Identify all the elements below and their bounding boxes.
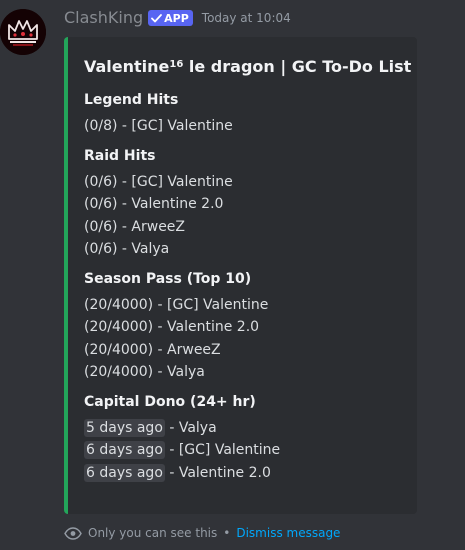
field-name: Season Pass (Top 10) (84, 270, 252, 287)
avatar[interactable] (0, 9, 46, 55)
relative-timestamp[interactable]: 6 days ago (84, 441, 165, 459)
dismiss-message-link[interactable]: Dismiss message (236, 526, 340, 540)
field-line: (20/4000) - Valentine 2.0 (84, 316, 407, 339)
crown-logo-icon (0, 9, 46, 55)
field-line-text: (20/4000) - Valya (84, 364, 205, 380)
field-line-text: (0/6) - ArweeZ (84, 218, 186, 235)
field-line-text: - Valya (164, 419, 217, 436)
field-line-text: (20/4000) - [GC] Valentine (84, 296, 269, 313)
relative-timestamp[interactable]: 5 days ago (84, 418, 165, 437)
author-name[interactable]: ClashKing (64, 8, 143, 27)
eye-icon (64, 526, 82, 540)
embed-title-superscript: 16 (169, 59, 184, 70)
field-line: 5 days ago - Valya (84, 417, 407, 440)
field-line-text: - Valentine 2.0 (164, 464, 271, 481)
field-line: (20/4000) - [GC] Valentine (84, 294, 407, 317)
checkmark-icon (151, 13, 163, 22)
field-line-text: (0/6) - Valya (84, 241, 170, 257)
embed-field: Season Pass (Top 10) (20/4000) - [GC] Val… (84, 270, 407, 384)
timestamp: Today at 10:04 (201, 10, 291, 25)
field-line-text: (0/6) - Valentine 2.0 (84, 196, 224, 212)
field-line: (0/6) - Valentine 2.0 (84, 193, 407, 216)
field-line: 6 days ago - [GC] Valentine (84, 439, 407, 462)
field-line-text: (0/6) - [GC] Valentine (84, 173, 233, 190)
field-name: Legend Hits (84, 92, 179, 108)
field-line: 6 days ago - Valentine 2.0 (84, 462, 407, 485)
field-line-text: (20/4000) - ArweeZ (84, 341, 221, 358)
ephemeral-footer: Only you can see this • Dismiss message (64, 526, 340, 540)
embed-field: Legend Hits (0/8) - [GC] Valentine (84, 91, 407, 138)
field-line-text: - [GC] Valentine (164, 442, 281, 458)
field-line: (0/6) - ArweeZ (84, 216, 407, 239)
field-name: Capital Dono (24+ hr) (84, 393, 256, 410)
embed-title-prefix: Valentine (84, 57, 170, 76)
embed-title-suffix: le dragon | GC To-Do List (183, 57, 412, 76)
field-line: (20/4000) - ArweeZ (84, 339, 407, 362)
app-badge-label: APP (164, 11, 189, 25)
ephemeral-notice: Only you can see this (88, 526, 218, 540)
field-line: (0/6) - [GC] Valentine (84, 171, 407, 194)
field-line: (20/4000) - Valya (84, 361, 407, 384)
relative-timestamp[interactable]: 6 days ago (84, 463, 165, 482)
embed-fields: Legend Hits (0/8) - [GC] Valentine Raid Hi… (84, 91, 407, 484)
field-line-text: (0/8) - [GC] Valentine (84, 118, 233, 134)
field-name: Raid Hits (84, 147, 156, 164)
embed-field: Raid Hits (0/6) - [GC] Valentine (0/6) - V… (84, 147, 407, 261)
field-line: (0/8) - [GC] Valentine (84, 115, 407, 138)
embed-card: Valentine16 le dragon | GC To-Do List Le… (64, 37, 417, 514)
separator: • (223, 526, 231, 540)
app-badge: APP (148, 9, 193, 26)
field-line-text: (20/4000) - Valentine 2.0 (84, 319, 260, 335)
message-header: ClashKing APP Today at 10:04 (64, 8, 291, 27)
embed-title: Valentine16 le dragon | GC To-Do List (84, 57, 411, 76)
field-line: (0/6) - Valya (84, 238, 407, 261)
embed-field: Capital Dono (24+ hr) 5 days ago - Valya 6… (84, 393, 407, 485)
